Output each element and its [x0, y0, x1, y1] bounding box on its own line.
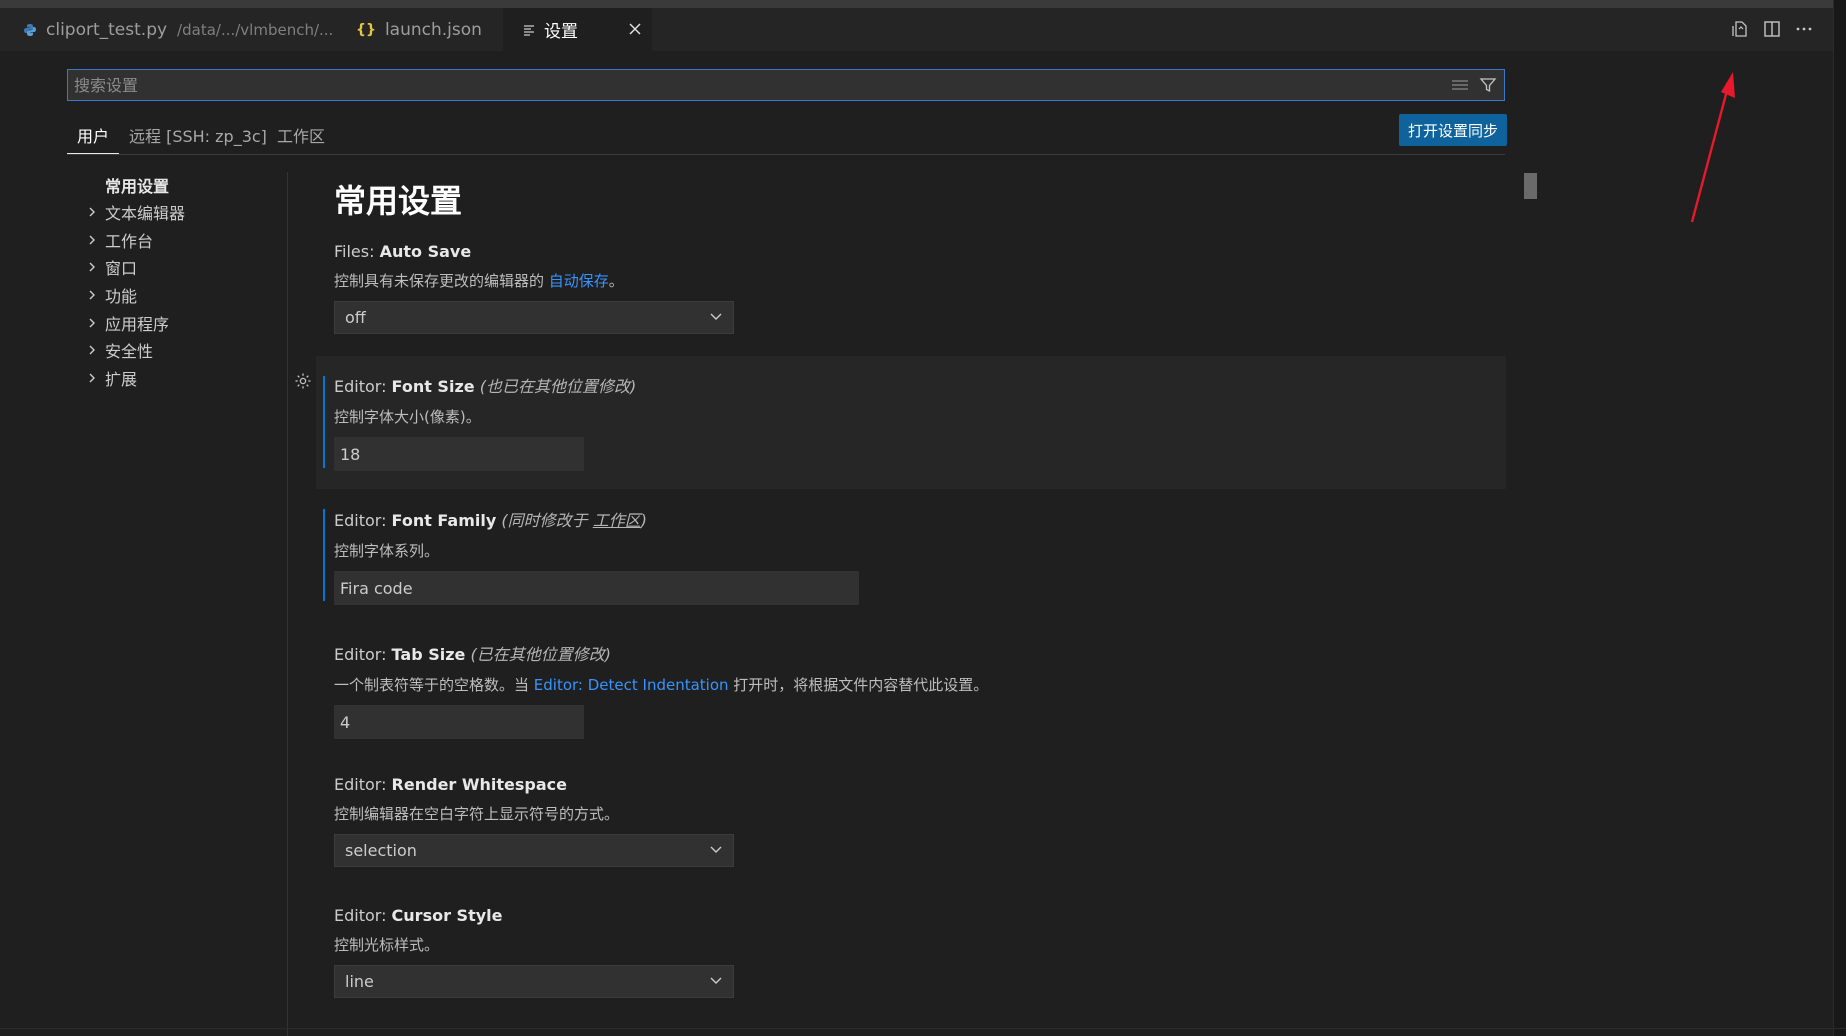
setting-title: Editor: Render Whitespace	[334, 775, 568, 794]
select-value: line	[345, 972, 374, 991]
chevron-right-icon	[85, 205, 99, 219]
modified-indicator	[323, 509, 325, 601]
setting-editor-tab-size: Editor: Tab Size (已在其他位置修改) 一个制表符等于的空格数。…	[334, 641, 1506, 739]
tab-remote-ssh[interactable]: 远程 [SSH: zp_3c]	[129, 115, 269, 155]
scrollbar-thumb[interactable]	[1524, 173, 1537, 199]
toc-item-text-editor[interactable]: 文本编辑器	[67, 199, 185, 225]
setting-description: 控制字体大小(像素)。	[334, 408, 481, 426]
split-editor-icon[interactable]	[1761, 18, 1783, 40]
gear-icon[interactable]	[292, 370, 314, 392]
json-braces-icon: {}	[356, 21, 376, 38]
setting-title: Editor: Font Size (也已在其他位置修改)	[334, 377, 637, 396]
setting-title: Editor: Cursor Style	[334, 906, 503, 925]
select-value: selection	[345, 841, 417, 860]
detect-indentation-link[interactable]: Editor: Detect Indentation	[534, 676, 729, 694]
tab-workspace[interactable]: 工作区	[277, 115, 325, 155]
toc-item-common[interactable]: 常用设置	[67, 172, 169, 198]
render-whitespace-select[interactable]: selection	[334, 834, 734, 867]
chevron-right-icon	[85, 233, 99, 247]
chevron-down-icon	[709, 308, 723, 327]
setting-editor-font-size: Editor: Font Size (也已在其他位置修改) 控制字体大小(像素)…	[334, 373, 1506, 471]
setting-title: Editor: Tab Size (已在其他位置修改)	[334, 645, 611, 664]
section-title: 常用设置	[334, 182, 463, 220]
toc-item-security[interactable]: 安全性	[67, 337, 153, 363]
tab-label: launch.json	[384, 19, 482, 40]
chevron-right-icon	[85, 371, 99, 385]
filter-icon[interactable]	[1476, 73, 1500, 97]
toc-label: 安全性	[105, 342, 154, 361]
toc-label: 工作台	[105, 232, 154, 251]
tab-size-input[interactable]: 4	[334, 705, 584, 739]
toc-item-workbench[interactable]: 工作台	[67, 227, 153, 253]
chevron-down-icon	[709, 841, 723, 860]
toc-divider	[287, 172, 288, 1036]
tab-cliport-test[interactable]: cliport_test.py /data/.../vlmbench/...	[20, 8, 333, 51]
tab-settings[interactable]: 设置	[503, 8, 652, 51]
chevron-down-icon	[709, 972, 723, 991]
setting-description: 控制字体系列。	[334, 542, 440, 560]
auto-save-select[interactable]: off	[334, 301, 734, 334]
setting-description: 控制光标样式。	[334, 936, 440, 954]
close-icon[interactable]	[626, 20, 644, 38]
font-size-input[interactable]: 18	[334, 437, 584, 471]
more-actions-icon[interactable]	[1793, 18, 1815, 40]
setting-title: Editor: Font Family (同时修改于 工作区)	[334, 511, 647, 530]
workspace-link[interactable]: 工作区	[593, 511, 641, 530]
setting-description: 控制编辑器在空白字符上显示符号的方式。	[334, 805, 620, 823]
chevron-right-icon	[85, 343, 99, 357]
toc-item-extensions[interactable]: 扩展	[67, 365, 137, 391]
setting-editor-render-whitespace: Editor: Render Whitespace 控制编辑器在空白字符上显示符…	[334, 775, 1506, 867]
auto-save-link[interactable]: 自动保存	[549, 272, 609, 290]
toc-label: 应用程序	[105, 315, 170, 334]
setting-editor-cursor-style: Editor: Cursor Style 控制光标样式。 line	[334, 906, 1506, 998]
tab-description: /data/.../vlmbench/...	[177, 20, 334, 39]
clear-filter-icon[interactable]	[1448, 73, 1472, 97]
tab-launch-json[interactable]: {} launch.json	[356, 8, 501, 51]
toc-label: 文本编辑器	[105, 204, 186, 223]
settings-file-icon	[523, 24, 535, 36]
right-edge-border	[1833, 0, 1834, 1036]
window-top-strip	[0, 0, 1846, 8]
modified-indicator	[323, 376, 325, 468]
toc-item-window[interactable]: 窗口	[67, 254, 137, 280]
open-settings-sync-button[interactable]: 打开设置同步	[1399, 114, 1507, 146]
cursor-style-select[interactable]: line	[334, 965, 734, 998]
toc-label: 窗口	[105, 259, 138, 278]
tab-label: cliport_test.py	[46, 19, 168, 40]
select-value: off	[345, 308, 366, 327]
search-input[interactable]	[68, 74, 1448, 96]
setting-title: Files: Auto Save	[334, 242, 472, 261]
setting-description: 控制具有未保存更改的编辑器的 自动保存。	[334, 272, 624, 290]
chevron-right-icon	[85, 288, 99, 302]
right-edge-panel	[1833, 0, 1846, 1036]
toc-item-application[interactable]: 应用程序	[67, 310, 169, 336]
tab-user[interactable]: 用户	[67, 115, 120, 155]
tab-label: 设置	[544, 22, 578, 42]
toc-label: 扩展	[105, 370, 138, 389]
toc-label: 功能	[105, 287, 138, 306]
setting-editor-font-family: Editor: Font Family (同时修改于 工作区) 控制字体系列。 …	[334, 507, 1506, 605]
chevron-right-icon	[85, 316, 99, 330]
chevron-right-icon	[85, 260, 99, 274]
bottom-border	[0, 1028, 1846, 1029]
settings-search-box	[67, 69, 1505, 101]
open-settings-json-icon[interactable]	[1729, 18, 1751, 40]
annotation-arrow-icon	[1690, 72, 1735, 223]
toc-item-features[interactable]: 功能	[67, 282, 137, 308]
editor-tab-bar: cliport_test.py /data/.../vlmbench/... {…	[0, 8, 1846, 51]
scope-tabs-divider	[67, 154, 1505, 155]
python-icon	[23, 23, 37, 37]
setting-description: 一个制表符等于的空格数。当 Editor: Detect Indentation…	[334, 676, 989, 694]
font-family-input[interactable]: Fira code	[334, 571, 859, 605]
setting-files-auto-save: Files: Auto Save 控制具有未保存更改的编辑器的 自动保存。 of…	[334, 242, 1506, 334]
